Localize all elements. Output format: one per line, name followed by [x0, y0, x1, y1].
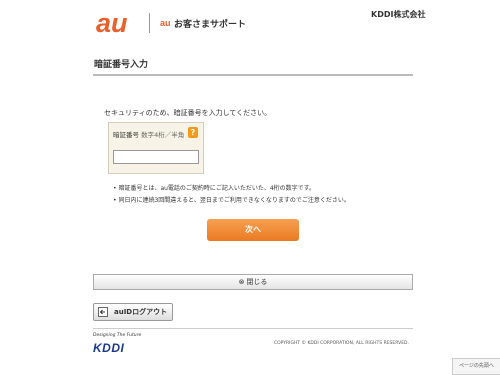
pin-entry-panel: 暗証番号 数字4桁／半角 ? [108, 122, 204, 174]
au-logo: au [96, 8, 146, 40]
pin-label-text: 暗証番号 [113, 131, 139, 139]
pin-input[interactable] [114, 158, 198, 171]
note-item: • 暗証番号とは、au電話のご契約時にご記入いただいた、4桁の数字です。 [113, 185, 316, 192]
pin-hint: 数字4桁／半角 [141, 131, 185, 139]
close-label: 閉じる [246, 278, 268, 286]
svg-text:au: au [96, 10, 128, 36]
next-button[interactable]: 次へ [207, 219, 299, 241]
brand-prefix: au [160, 18, 171, 28]
title-divider [93, 74, 413, 76]
instruction-text: セキュリティのため、暗証番号を入力してください。 [104, 109, 272, 117]
corporate-name: KDDI株式会社 [371, 10, 426, 19]
logout-label: auIDログアウト [114, 308, 168, 316]
page-title: 暗証番号入力 [94, 60, 149, 70]
close-icon: ⊗ [238, 278, 245, 286]
note-item: • 同日内に連続3回間違えると、翌日までご利用できなくなりますのでご注意ください… [113, 197, 350, 204]
close-button[interactable]: ⊗ 閉じる [93, 274, 413, 290]
auid-logout-button[interactable]: auIDログアウト [93, 303, 173, 321]
au-logo-icon: au [96, 8, 128, 38]
footer-divider [93, 328, 413, 329]
pin-input-wrapper [113, 150, 199, 171]
notes-list: • 暗証番号とは、au電話のご契約時にご記入いただいた、4桁の数字です。 • 同… [113, 183, 350, 207]
brand-title: お客さまサポート [174, 20, 247, 30]
kddi-logo: KDDI [93, 341, 125, 355]
brand-divider [149, 13, 150, 33]
page-top-label: ページの先頭へ [459, 363, 494, 369]
page-top-link[interactable]: ページの先頭へ [452, 358, 500, 375]
pin-label: 暗証番号 数字4桁／半角 [113, 129, 184, 139]
footer-tagline: Designing The Future [93, 333, 142, 338]
logout-icon [98, 307, 108, 317]
copyright-text: COPYRIGHT © KDDI CORPORATION, ALL RIGHTS… [274, 341, 409, 346]
help-icon[interactable]: ? [188, 127, 198, 138]
